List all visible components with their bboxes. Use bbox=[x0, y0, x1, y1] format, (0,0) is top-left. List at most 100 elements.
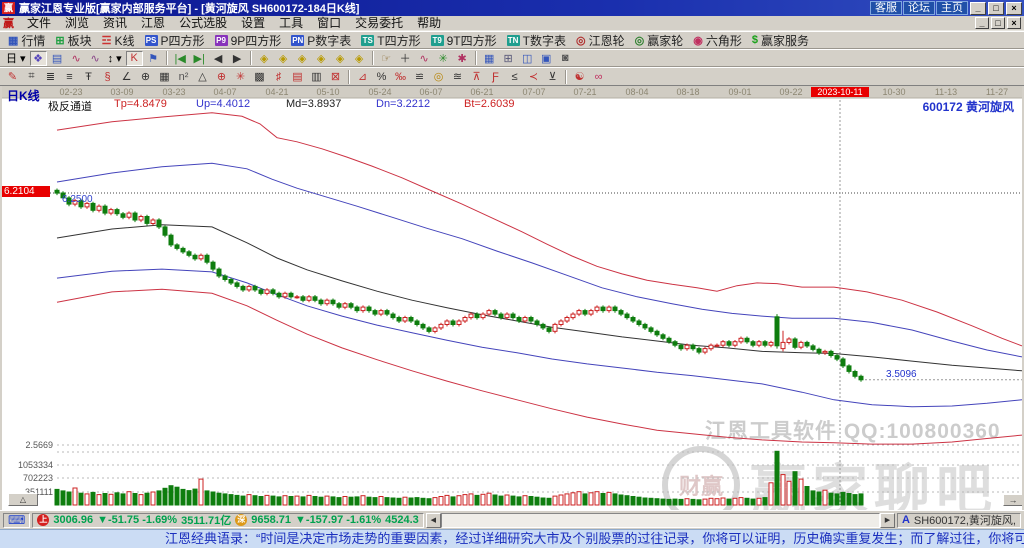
child-restore-button[interactable]: □ bbox=[991, 17, 1005, 29]
support-fan-tool-button[interactable]: ⊻ bbox=[544, 69, 561, 84]
p-square-button[interactable]: PS P四方形 bbox=[140, 32, 210, 49]
pressure-line-tool-button[interactable]: ⊼ bbox=[468, 69, 485, 84]
titlebar-link-home[interactable]: 主页 bbox=[936, 1, 968, 15]
current-stock-panel[interactable]: A SH600172,黄河旋风, bbox=[896, 512, 1021, 528]
kline-button[interactable]: ☲ K线 bbox=[97, 32, 140, 49]
p-number-table-button[interactable]: PN P数字表 bbox=[286, 32, 356, 49]
last-bar-button[interactable]: ▶| bbox=[191, 51, 208, 66]
yinyang-tool-button[interactable]: ☯ bbox=[571, 69, 588, 84]
density-grid-tool-button[interactable]: ▦ bbox=[156, 69, 173, 84]
menu-browse[interactable]: 浏览 bbox=[58, 16, 96, 30]
shape-tool-button[interactable]: ✳ bbox=[435, 51, 452, 66]
restore-button[interactable]: □ bbox=[988, 1, 1004, 15]
percent-tool-button[interactable]: % bbox=[373, 69, 390, 84]
child-close-button[interactable]: × bbox=[1007, 17, 1021, 29]
market-quotes-button[interactable]: ▦ 行情 bbox=[3, 32, 50, 49]
t9-square-button[interactable]: T9 9T四方形 bbox=[426, 32, 502, 49]
hand-tool-button[interactable]: ☞ bbox=[378, 51, 395, 66]
golden-horizontal-tool-button[interactable]: ≊ bbox=[449, 69, 466, 84]
winner-service-button[interactable]: $ 赢家服务 bbox=[747, 32, 814, 49]
column-levels-tool-button[interactable]: ▥ bbox=[308, 69, 325, 84]
sharp-grid-tool-button[interactable]: ♯ bbox=[270, 69, 287, 84]
menu-tools[interactable]: 工具 bbox=[272, 16, 310, 30]
crosshair-tool-button[interactable]: ＋ bbox=[397, 51, 414, 66]
menu-trade[interactable]: 交易委托 bbox=[348, 16, 410, 30]
child-minimize-button[interactable]: _ bbox=[975, 17, 989, 29]
titlebar-link-forum[interactable]: 论坛 bbox=[903, 1, 935, 15]
status-scrollbar[interactable]: ◀ ▶ bbox=[425, 512, 895, 528]
hexagon-button[interactable]: ◉ 六角形 bbox=[688, 32, 747, 49]
sector-blocks-button[interactable]: ⊞ 板块 bbox=[50, 32, 96, 49]
gann-wheel-button[interactable]: ◎ 江恩轮 bbox=[571, 32, 630, 49]
gann-fan-center-tool-button[interactable]: ⊕ bbox=[213, 69, 230, 84]
p9-square-button[interactable]: P9 9P四方形 bbox=[210, 32, 287, 49]
gann-grid-tool-button[interactable]: ⌗ bbox=[23, 69, 40, 84]
minimize-button[interactable]: _ bbox=[970, 1, 986, 15]
gann-diamond-up-button[interactable]: ◈ bbox=[332, 51, 349, 66]
wave-down-button[interactable]: ∿ bbox=[87, 51, 104, 66]
menu-file[interactable]: 文件 bbox=[20, 16, 58, 30]
prev-bar-button[interactable]: ◀ bbox=[210, 51, 227, 66]
gann-diamond-right-button[interactable]: ◈ bbox=[275, 51, 292, 66]
menu-help[interactable]: 帮助 bbox=[410, 16, 448, 30]
resistance-fan-tool-button[interactable]: ≺ bbox=[525, 69, 542, 84]
menu-window[interactable]: 窗口 bbox=[310, 16, 348, 30]
angle-line-tool-button[interactable]: ∠ bbox=[118, 69, 135, 84]
fibonacci-tool-button[interactable]: Ƒ bbox=[487, 69, 504, 84]
scrollbar-right-arrow[interactable]: ▶ bbox=[879, 512, 895, 528]
period-day-dropdown[interactable]: 日 ▾ bbox=[4, 51, 28, 66]
save-layout-button[interactable]: ▣ bbox=[538, 51, 555, 66]
scrollbar-track[interactable] bbox=[440, 512, 880, 528]
calculator-button[interactable]: ⊞ bbox=[500, 51, 517, 66]
wave-up-button[interactable]: ∿ bbox=[68, 51, 85, 66]
menu-formula-picker[interactable]: 公式选股 bbox=[172, 16, 234, 30]
gann-diamond-left-button[interactable]: ◈ bbox=[256, 51, 273, 66]
close-button[interactable]: × bbox=[1006, 1, 1022, 15]
split-window-button[interactable]: ◫ bbox=[519, 51, 536, 66]
k-style-button[interactable]: K bbox=[125, 50, 143, 66]
square-number-tool-button[interactable]: n² bbox=[175, 69, 192, 84]
scroll-forward-button[interactable]: → bbox=[1003, 494, 1022, 506]
gann-diamond-down-button[interactable]: ◈ bbox=[351, 51, 368, 66]
menu-settings[interactable]: 设置 bbox=[234, 16, 272, 30]
multi-view-button[interactable]: ❖ bbox=[29, 50, 47, 66]
golden-circle-tool-button[interactable]: ◎ bbox=[430, 69, 447, 84]
snapshot-button[interactable]: ◙ bbox=[557, 51, 574, 66]
spiral-tool-button[interactable]: § bbox=[99, 69, 116, 84]
expand-pane-button[interactable]: △ bbox=[8, 493, 38, 506]
triangle-tool-button[interactable]: △ bbox=[194, 69, 211, 84]
chart-canvas[interactable]: 2.5669105333470222335111102-23 03-09 03-23… bbox=[2, 86, 1024, 510]
menu-news[interactable]: 资讯 bbox=[96, 16, 134, 30]
chart-area[interactable]: 江恩工具软件 QQ:100800360 赢家聊吧 财赢 2.5669 105333… bbox=[0, 86, 1024, 510]
scale-dropdown[interactable]: ↕ ▾ bbox=[106, 51, 124, 66]
first-bar-button[interactable]: |◀ bbox=[172, 51, 189, 66]
top-line-tool-button[interactable]: Ŧ bbox=[80, 69, 97, 84]
golden-lines-tool-button[interactable]: ≌ bbox=[411, 69, 428, 84]
speed-line-tool-button[interactable]: ≤ bbox=[506, 69, 523, 84]
row-levels-tool-button[interactable]: ▤ bbox=[289, 69, 306, 84]
pattern-tool-button[interactable]: ✱ bbox=[454, 51, 471, 66]
winner-wheel-button[interactable]: ◎ 赢家轮 bbox=[630, 32, 689, 49]
wave-tool-button[interactable]: ∿ bbox=[416, 51, 433, 66]
next-bar-button[interactable]: ▶ bbox=[229, 51, 246, 66]
trend-flag-button[interactable]: ⚑ bbox=[145, 51, 162, 66]
keyboard-panel[interactable]: ⌨ bbox=[3, 512, 31, 528]
t-square-button[interactable]: TS T四方形 bbox=[356, 32, 425, 49]
gann-circle-tool-button[interactable]: ⊕ bbox=[137, 69, 154, 84]
t-number-table-button[interactable]: TN T数字表 bbox=[502, 32, 571, 49]
star-burst-tool-button[interactable]: ✳ bbox=[232, 69, 249, 84]
permille-tool-button[interactable]: ‰ bbox=[392, 69, 409, 84]
menu-gann[interactable]: 江恩 bbox=[134, 16, 172, 30]
scrollbar-left-arrow[interactable]: ◀ bbox=[425, 512, 441, 528]
time-levels-tool-button[interactable]: ≡ bbox=[61, 69, 78, 84]
gann-diamond-expand-button[interactable]: ◈ bbox=[294, 51, 311, 66]
sse-index-panel[interactable]: 上 3006.96 ▼-51.75 -1.69% 3511.71亿 深 9658… bbox=[32, 512, 424, 528]
calendar-button[interactable]: ▦ bbox=[481, 51, 498, 66]
infinity-tool-button[interactable]: ∞ bbox=[590, 69, 607, 84]
brush-tool-button[interactable]: ✎ bbox=[4, 69, 21, 84]
gann-diamond-shrink-button[interactable]: ◈ bbox=[313, 51, 330, 66]
price-levels-tool-button[interactable]: ≣ bbox=[42, 69, 59, 84]
info-panel-button[interactable]: ▤ bbox=[49, 51, 66, 66]
box-cross-tool-button[interactable]: ⊠ bbox=[327, 69, 344, 84]
percent-drop-tool-button[interactable]: ⊿ bbox=[354, 69, 371, 84]
